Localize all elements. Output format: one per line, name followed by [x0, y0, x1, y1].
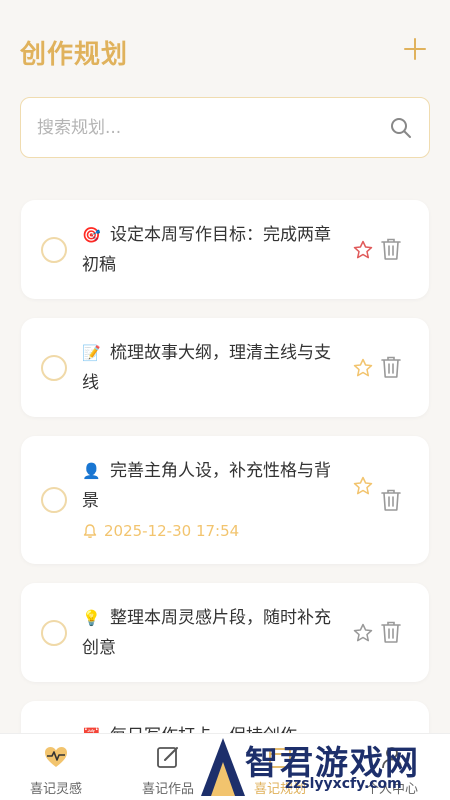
task-text: 📝 梳理故事大纲，理清主线与支线: [82, 338, 342, 398]
bottom-tab-bar: 喜记灵感 喜记作品 喜记规划 个人中心: [0, 733, 450, 800]
complete-checkbox[interactable]: [41, 487, 67, 513]
delete-icon[interactable]: [380, 488, 402, 512]
task-card[interactable]: 💡 整理本周灵感片段，随时补充创意: [21, 583, 429, 682]
tab-label: 个人中心: [365, 782, 418, 797]
star-icon[interactable]: [353, 240, 373, 260]
target-icon: 🎯: [82, 226, 101, 244]
calendar-icon: [269, 748, 291, 768]
person-icon: 👤: [82, 462, 101, 480]
task-card[interactable]: 👤 完善主角人设，补充性格与背景 2025-12-30 17:54: [21, 436, 429, 564]
tab-inspiration[interactable]: 喜记灵感: [0, 734, 112, 800]
memo-icon: 📝: [82, 344, 101, 362]
task-card[interactable]: 📝 梳理故事大纲，理清主线与支线: [21, 318, 429, 417]
search-icon[interactable]: [389, 116, 413, 140]
complete-checkbox[interactable]: [41, 620, 67, 646]
reminder-time: 2025-12-30 17:54: [82, 522, 239, 540]
heart-pulse-icon: [45, 747, 67, 767]
edit-icon: [157, 747, 178, 768]
tab-label: 喜记作品: [141, 782, 194, 797]
star-icon[interactable]: [353, 476, 373, 496]
task-title: 完善主角人设，补充性格与背景: [82, 461, 331, 511]
star-icon[interactable]: [353, 623, 373, 643]
complete-checkbox[interactable]: [41, 237, 67, 263]
delete-icon[interactable]: [380, 237, 402, 261]
task-card[interactable]: 🎯 设定本周写作目标：完成两章初稿: [21, 200, 429, 299]
task-text: 💡 整理本周灵感片段，随时补充创意: [82, 603, 342, 663]
task-title: 设定本周写作目标：完成两章初稿: [82, 225, 331, 275]
add-plan-button[interactable]: [402, 36, 428, 62]
bell-icon: [83, 524, 97, 538]
header: 创作规划: [0, 0, 450, 96]
complete-checkbox[interactable]: [41, 355, 67, 381]
user-icon: [382, 747, 402, 769]
star-icon[interactable]: [353, 358, 373, 378]
lightbulb-icon: 💡: [82, 609, 101, 627]
task-title: 梳理故事大纲，理清主线与支线: [82, 343, 331, 393]
tab-profile[interactable]: 个人中心: [336, 734, 448, 800]
reminder-text: 2025-12-30 17:54: [104, 522, 240, 540]
tab-label: 喜记灵感: [29, 782, 82, 797]
task-text: 🎯 设定本周写作目标：完成两章初稿: [82, 220, 342, 280]
delete-icon[interactable]: [380, 620, 402, 644]
delete-icon[interactable]: [380, 355, 402, 379]
task-title: 整理本周灵感片段，随时补充创意: [82, 608, 331, 658]
search-input[interactable]: [37, 98, 377, 157]
search-bar: [20, 97, 430, 158]
tab-planning[interactable]: 喜记规划: [224, 734, 336, 800]
tab-label: 喜记规划: [253, 782, 306, 797]
task-text: 👤 完善主角人设，补充性格与背景: [82, 456, 342, 516]
page-title: 创作规划: [20, 40, 129, 70]
tab-works[interactable]: 喜记作品: [112, 734, 224, 800]
